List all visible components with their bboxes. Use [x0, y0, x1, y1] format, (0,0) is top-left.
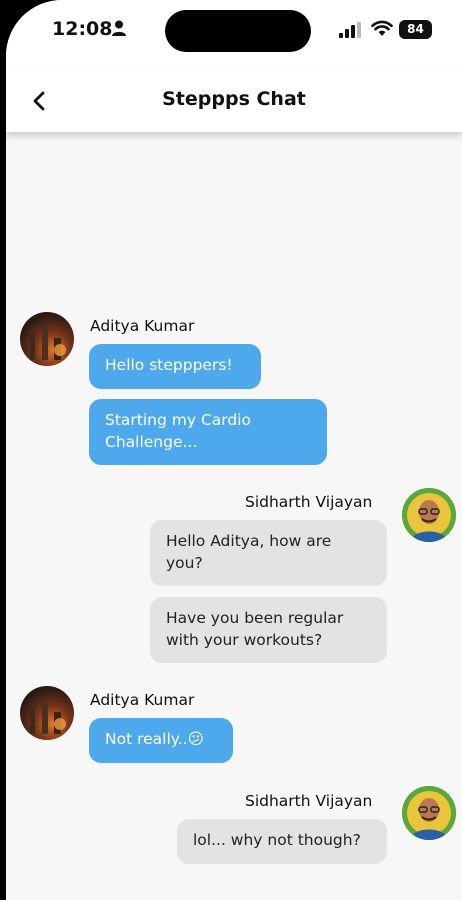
message-bubble[interactable]: Hello stepppers! — [89, 344, 261, 389]
person-icon — [112, 20, 126, 36]
wifi-icon — [371, 20, 393, 36]
message-bubble[interactable]: Hello Aditya, how are you? — [150, 520, 387, 586]
sender-name: Aditya Kumar — [90, 691, 195, 709]
avatar[interactable] — [20, 686, 74, 740]
status-bar: 12:08 84 — [6, 0, 462, 70]
avatar-photo — [30, 700, 66, 734]
dynamic-island — [165, 10, 311, 52]
signal-icon — [339, 22, 361, 38]
message-bubble[interactable]: Not really..😕 — [89, 718, 233, 763]
sender-name: Sidharth Vijayan — [245, 493, 373, 511]
avatar[interactable] — [402, 786, 456, 840]
phone-screen: 12:08 84 Steppps Chat Aditya Kumar Hello… — [6, 0, 462, 900]
page-title: Steppps Chat — [162, 88, 306, 110]
avatar-illustration — [402, 488, 456, 542]
sender-name: Aditya Kumar — [90, 317, 195, 335]
sender-name: Sidharth Vijayan — [245, 792, 373, 810]
avatar-illustration — [402, 786, 456, 840]
avatar[interactable] — [402, 488, 456, 542]
message-bubble[interactable]: Starting my Cardio Challenge... — [89, 399, 327, 465]
battery-indicator: 84 — [399, 20, 432, 39]
message-bubble[interactable]: lol... why not though? — [177, 819, 387, 864]
avatar-photo — [30, 326, 66, 360]
app-header: Steppps Chat — [6, 70, 462, 132]
status-time: 12:08 — [52, 18, 113, 40]
message-bubble[interactable]: Have you been regular with your workouts… — [150, 597, 387, 663]
avatar[interactable] — [20, 312, 74, 366]
